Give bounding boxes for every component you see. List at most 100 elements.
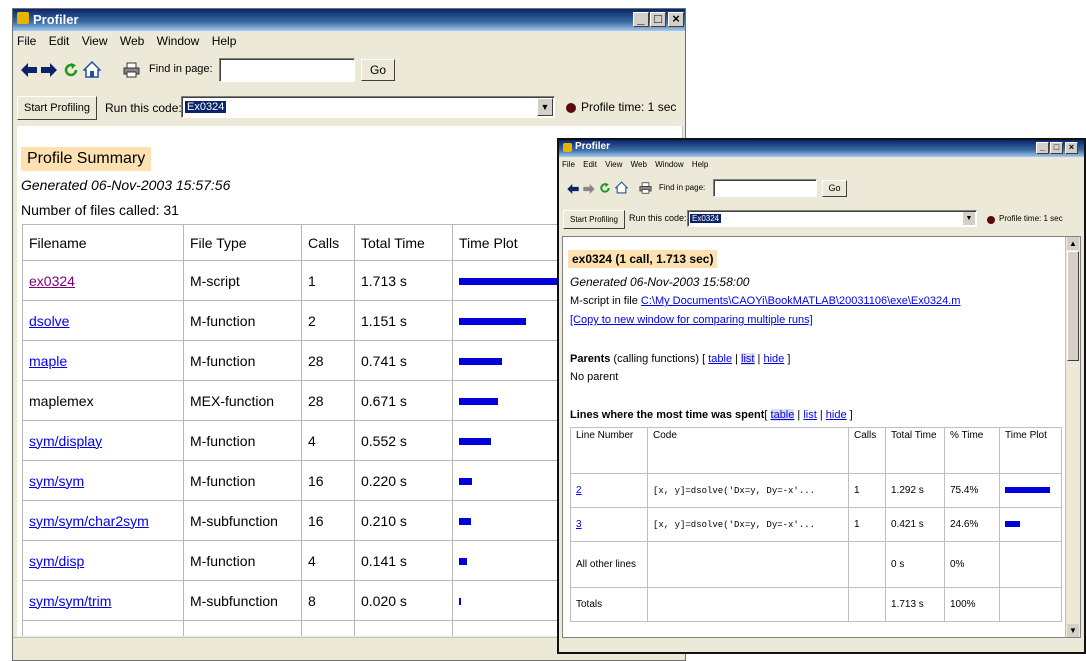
- function-heading: ex0324 (1 call, 1.713 sec): [568, 250, 718, 268]
- time-plot-bar: [459, 518, 471, 526]
- file-type-cell: M-function: [183, 300, 302, 341]
- calls-cell: 8: [301, 620, 355, 636]
- detail-back-arrow-icon[interactable]: [567, 184, 579, 194]
- detail-app-icon: [563, 143, 572, 152]
- percent-time-cell: 100%: [944, 587, 1000, 622]
- table-row: sym/display M-function 4 0.552 s: [22, 420, 582, 461]
- parents-hide-link[interactable]: hide: [763, 353, 784, 365]
- line-number-link[interactable]: 3: [576, 519, 582, 530]
- script-path-link[interactable]: C:\My Documents\CAOYi\BookMATLAB\2003110…: [641, 295, 961, 307]
- line-number-text: Totals: [576, 599, 603, 610]
- lines-table-link[interactable]: table: [770, 409, 795, 421]
- calls-cell: 28: [301, 380, 355, 421]
- filename-cell: maple: [22, 340, 184, 381]
- detail-print-icon[interactable]: [639, 182, 652, 194]
- find-in-page-input[interactable]: [219, 58, 355, 82]
- back-arrow-icon[interactable]: [21, 63, 37, 77]
- detail-menu-help[interactable]: Help: [692, 158, 708, 172]
- filename-link[interactable]: sym/sym/trim: [29, 593, 111, 609]
- detail-minimize-button[interactable]: _: [1036, 142, 1049, 154]
- find-in-page-label: Find in page:: [149, 63, 213, 75]
- time-plot-bar: [459, 318, 526, 326]
- col-file-type: File Type: [183, 224, 302, 261]
- refresh-icon[interactable]: [63, 62, 79, 78]
- forward-arrow-icon[interactable]: [41, 63, 57, 77]
- filename-link[interactable]: ex0324: [29, 273, 75, 289]
- detail-start-profiling-button[interactable]: Start Profiling: [563, 210, 625, 229]
- detail-refresh-icon[interactable]: [599, 182, 611, 194]
- lines-list-link[interactable]: list: [803, 409, 816, 421]
- close-button[interactable]: ×: [668, 12, 684, 27]
- menu-view[interactable]: View: [82, 32, 108, 50]
- detail-run-combobox[interactable]: Ex0324 ▼: [687, 210, 977, 227]
- line-time-plot-cell: [999, 473, 1062, 508]
- filename-link[interactable]: maple: [29, 353, 67, 369]
- line-number-link[interactable]: 2: [576, 485, 582, 496]
- menu-file[interactable]: File: [17, 32, 36, 50]
- detail-menu-view[interactable]: View: [605, 158, 622, 172]
- detail-menu-file[interactable]: File: [562, 158, 575, 172]
- detail-maximize-button[interactable]: □: [1050, 142, 1063, 154]
- start-profiling-button[interactable]: Start Profiling: [17, 96, 97, 120]
- filename-link[interactable]: sym/sym: [29, 473, 84, 489]
- run-code-value: Ex0324: [185, 101, 227, 113]
- lines-table: Line Number Code Calls Total Time % Time…: [570, 427, 1062, 622]
- col-line-total-time: Total Time: [885, 427, 945, 474]
- detail-report-pane[interactable]: ex0324 (1 call, 1.713 sec) Generated 06-…: [562, 236, 1081, 638]
- col-total-time: Total Time: [354, 224, 453, 261]
- menu-web[interactable]: Web: [120, 32, 144, 50]
- file-type-cell: M-function: [183, 540, 302, 581]
- line-time-plot-bar: [1005, 487, 1050, 494]
- line-total-time-cell: 1.292 s: [885, 473, 945, 508]
- total-time-cell: 0.741 s: [354, 340, 453, 381]
- maximize-button[interactable]: □: [650, 12, 666, 27]
- percent-time-cell: 24.6%: [944, 507, 1000, 542]
- filename-link[interactable]: num2str: [29, 633, 80, 637]
- detail-scrollbar[interactable]: ▲ ▼: [1065, 237, 1080, 637]
- print-icon[interactable]: [123, 62, 140, 78]
- col-line-calls: Calls: [848, 427, 886, 474]
- line-total-time-cell: 1.713 s: [885, 587, 945, 622]
- detail-dropdown-arrow-icon[interactable]: ▼: [963, 212, 975, 225]
- lines-bracket-close: ]: [846, 409, 853, 421]
- detail-go-button[interactable]: Go: [822, 180, 847, 197]
- filename-link[interactable]: dsolve: [29, 313, 69, 329]
- parents-table-link[interactable]: table: [708, 353, 732, 365]
- scroll-down-arrow-icon[interactable]: ▼: [1067, 624, 1079, 637]
- detail-home-icon[interactable]: [615, 181, 628, 194]
- detail-menu-edit[interactable]: Edit: [583, 158, 597, 172]
- filename-link[interactable]: sym/display: [29, 433, 102, 449]
- scroll-up-arrow-icon[interactable]: ▲: [1067, 237, 1079, 250]
- table-row: sym/sym/char2sym M-subfunction 16 0.210 s: [22, 500, 582, 541]
- parents-list-link[interactable]: list: [741, 353, 755, 365]
- code-cell: [647, 587, 849, 622]
- file-type-cell: M-subfunction: [183, 500, 302, 541]
- detail-find-input[interactable]: [713, 179, 817, 197]
- dropdown-arrow-icon[interactable]: ▼: [537, 98, 553, 116]
- filename-link[interactable]: sym/disp: [29, 553, 84, 569]
- scroll-thumb[interactable]: [1067, 251, 1079, 361]
- filename-cell: ex0324: [22, 260, 184, 301]
- lines-hide-link[interactable]: hide: [826, 409, 847, 421]
- time-plot-bar: [459, 558, 467, 566]
- minimize-button[interactable]: _: [633, 12, 649, 27]
- copy-to-new-window-link[interactable]: [Copy to new window for comparing multip…: [570, 314, 813, 326]
- col-line-number: Line Number: [570, 427, 648, 474]
- menu-window[interactable]: Window: [157, 32, 200, 50]
- home-icon[interactable]: [83, 61, 101, 78]
- file-type-cell: M-function: [183, 460, 302, 501]
- calls-cell: 16: [301, 500, 355, 541]
- detail-close-button[interactable]: ×: [1065, 142, 1078, 154]
- menu-help[interactable]: Help: [212, 32, 237, 50]
- filename-link[interactable]: sym/sym/char2sym: [29, 513, 149, 529]
- detail-menu-web[interactable]: Web: [631, 158, 647, 172]
- run-code-combobox[interactable]: Ex0324 ▼: [181, 96, 555, 118]
- profile-status-icon: [566, 103, 576, 113]
- calls-cell: 2: [301, 300, 355, 341]
- detail-profile-time-label: Profile time: 1 sec: [999, 214, 1063, 223]
- go-button[interactable]: Go: [361, 59, 395, 81]
- main-menu-bar: File Edit View Web Window Help: [13, 32, 685, 50]
- detail-menu-window[interactable]: Window: [655, 158, 683, 172]
- menu-edit[interactable]: Edit: [49, 32, 70, 50]
- detail-forward-arrow-icon[interactable]: [583, 184, 595, 194]
